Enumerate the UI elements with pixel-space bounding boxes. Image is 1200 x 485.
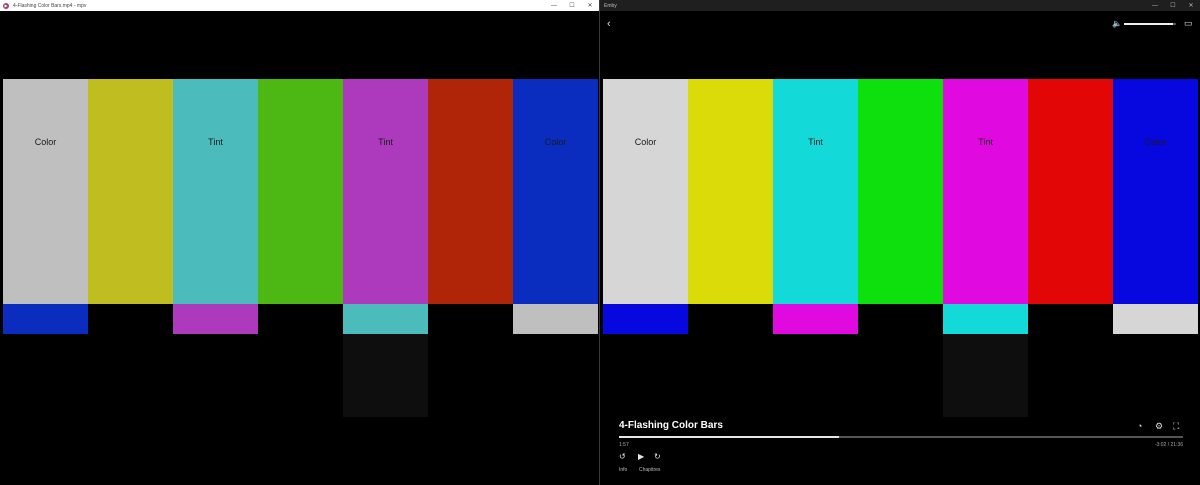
dark-block — [343, 334, 428, 417]
color-bar-label: Tint — [208, 137, 223, 147]
skip-forward-icon[interactable]: ↻ — [654, 452, 661, 461]
fullscreen-icon[interactable]: ⛶ — [1173, 421, 1179, 432]
color-bar-1: Color — [3, 79, 88, 304]
color-bar-7: Color — [513, 79, 598, 304]
remaining-total-time: -3:02 / 21:36 — [1154, 442, 1183, 448]
emby-video-frame[interactable]: Color Tint Tint Color — [600, 0, 1200, 485]
tab-info[interactable]: Info — [619, 467, 627, 473]
sub-bar-5 — [343, 304, 428, 334]
cast-icon[interactable]: ▭ — [1184, 18, 1193, 29]
back-icon[interactable]: ‹ — [607, 18, 619, 30]
sub-bar-1 — [3, 304, 88, 334]
sub-bar-3 — [773, 304, 858, 334]
sub-bar-1 — [603, 304, 688, 334]
color-bar-4 — [258, 79, 343, 304]
color-bar-2 — [88, 79, 173, 304]
color-bar-label: Tint — [978, 137, 993, 147]
sub-bar-5 — [943, 304, 1028, 334]
replay-icon[interactable]: ↺ — [619, 452, 626, 461]
playback-speed-icon[interactable]: ◔ — [1137, 421, 1142, 431]
settings-gear-icon[interactable]: ⚙ — [1155, 421, 1163, 432]
color-bar-5: Tint — [943, 79, 1028, 304]
color-bar-label: Tint — [378, 137, 393, 147]
emby-window: Emby — ☐ ✕ Color Tint Tint Color ‹ 🔈 ▭ 4-Fl… — [600, 0, 1200, 485]
color-bar-6 — [1028, 79, 1113, 304]
sub-bar-4 — [858, 304, 943, 334]
mpv-video-frame[interactable]: Color Tint Tint Color — [0, 0, 599, 485]
sub-bar-7 — [513, 304, 598, 334]
volume-slider[interactable] — [1124, 23, 1176, 25]
color-bar-label: Color — [544, 137, 567, 147]
video-title: 4-Flashing Color Bars — [619, 420, 723, 431]
color-bar-7: Color — [1113, 79, 1198, 304]
sub-bar-4 — [258, 304, 343, 334]
sub-bar-6 — [1028, 304, 1113, 334]
current-time: 1:57 — [619, 442, 629, 448]
dark-block — [943, 334, 1028, 417]
sub-bar-3 — [173, 304, 258, 334]
color-bar-2 — [688, 79, 773, 304]
sub-bar-7 — [1113, 304, 1198, 334]
seek-bar-fill — [619, 436, 839, 438]
seek-bar[interactable] — [619, 436, 1183, 438]
color-bar-label: Color — [1144, 137, 1167, 147]
volume-slider-fill — [1124, 23, 1174, 25]
color-bar-6 — [428, 79, 513, 304]
mpv-window: ▶ 4-Flashing Color Bars.mp4 - mpv — ☐ ✕ … — [0, 0, 600, 485]
color-bar-label: Color — [634, 137, 657, 147]
color-bar-3: Tint — [773, 79, 858, 304]
volume-icon[interactable]: 🔈 — [1112, 19, 1122, 28]
sub-bar-2 — [88, 304, 173, 334]
play-icon[interactable]: ▶ — [638, 452, 644, 461]
color-bar-5: Tint — [343, 79, 428, 304]
sub-bar-2 — [688, 304, 773, 334]
tab-chapters[interactable]: Chapitres — [639, 467, 660, 473]
sub-bar-6 — [428, 304, 513, 334]
color-bar-1: Color — [603, 79, 688, 304]
color-bar-label: Color — [34, 137, 57, 147]
color-bar-3: Tint — [173, 79, 258, 304]
color-bar-4 — [858, 79, 943, 304]
color-bar-label: Tint — [808, 137, 823, 147]
